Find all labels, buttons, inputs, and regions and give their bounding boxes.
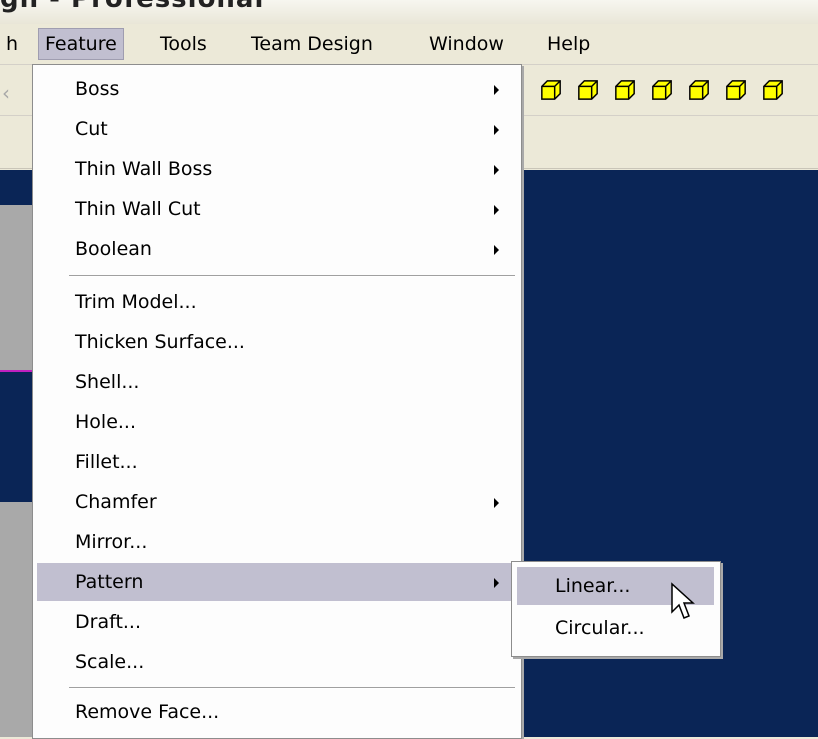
menu-item-shell[interactable]: Shell...	[37, 363, 515, 401]
menu-item-scale[interactable]: Scale...	[37, 643, 515, 681]
menu-item-boss[interactable]: Boss	[37, 70, 515, 108]
submenu-arrow-icon	[494, 245, 499, 255]
menu-item-cut[interactable]: Cut	[37, 110, 515, 148]
menu-item-fillet[interactable]: Fillet...	[37, 443, 515, 481]
submenu-arrow-icon	[494, 498, 499, 508]
submenu-arrow-icon	[494, 85, 499, 95]
view-cube-icon[interactable]	[540, 79, 562, 101]
menu-item-thin-wall-boss[interactable]: Thin Wall Boss	[37, 150, 515, 188]
menu-help[interactable]: Help	[541, 29, 596, 59]
title-bar: gn - Professional	[0, 0, 818, 24]
chevron-left-icon: ‹	[2, 81, 10, 105]
menu-partial[interactable]: h	[0, 29, 24, 59]
submenu-arrow-icon	[494, 165, 499, 175]
menu-separator	[69, 275, 515, 277]
menu-bar: h Feature Tools Team Design Window Help	[0, 24, 818, 65]
menu-item-chamfer[interactable]: Chamfer	[37, 483, 515, 521]
menu-item-boolean[interactable]: Boolean	[37, 230, 515, 268]
view-cube-icon[interactable]	[688, 79, 710, 101]
view-cube-icon[interactable]	[614, 79, 636, 101]
window-title: gn - Professional	[0, 0, 264, 14]
submenu-arrow-icon	[494, 125, 499, 135]
menu-separator	[69, 687, 515, 689]
mouse-pointer-icon	[671, 582, 695, 619]
menu-item-draft[interactable]: Draft...	[37, 603, 515, 641]
view-cube-icon[interactable]	[577, 79, 599, 101]
menu-item-remove-face[interactable]: Remove Face...	[37, 693, 515, 731]
submenu-arrow-icon	[494, 205, 499, 215]
view-cube-icon[interactable]	[651, 79, 673, 101]
menu-item-thin-wall-cut[interactable]: Thin Wall Cut	[37, 190, 515, 228]
menu-item-pattern[interactable]: Pattern	[37, 563, 515, 601]
view-cube-icon[interactable]	[725, 79, 747, 101]
menu-item-thicken-surface[interactable]: Thicken Surface...	[37, 323, 515, 361]
view-cube-icon[interactable]	[762, 79, 784, 101]
menu-window[interactable]: Window	[423, 29, 510, 59]
menu-item-mirror[interactable]: Mirror...	[37, 523, 515, 561]
menu-tools[interactable]: Tools	[154, 29, 213, 59]
menu-item-hole[interactable]: Hole...	[37, 403, 515, 441]
menu-team-design[interactable]: Team Design	[245, 29, 379, 59]
feature-dropdown-menu: Boss Cut Thin Wall Boss Thin Wall Cut Bo…	[32, 64, 522, 739]
menu-item-trim-model[interactable]: Trim Model...	[37, 283, 515, 321]
submenu-arrow-icon	[494, 578, 499, 588]
menu-feature[interactable]: Feature	[38, 28, 124, 60]
